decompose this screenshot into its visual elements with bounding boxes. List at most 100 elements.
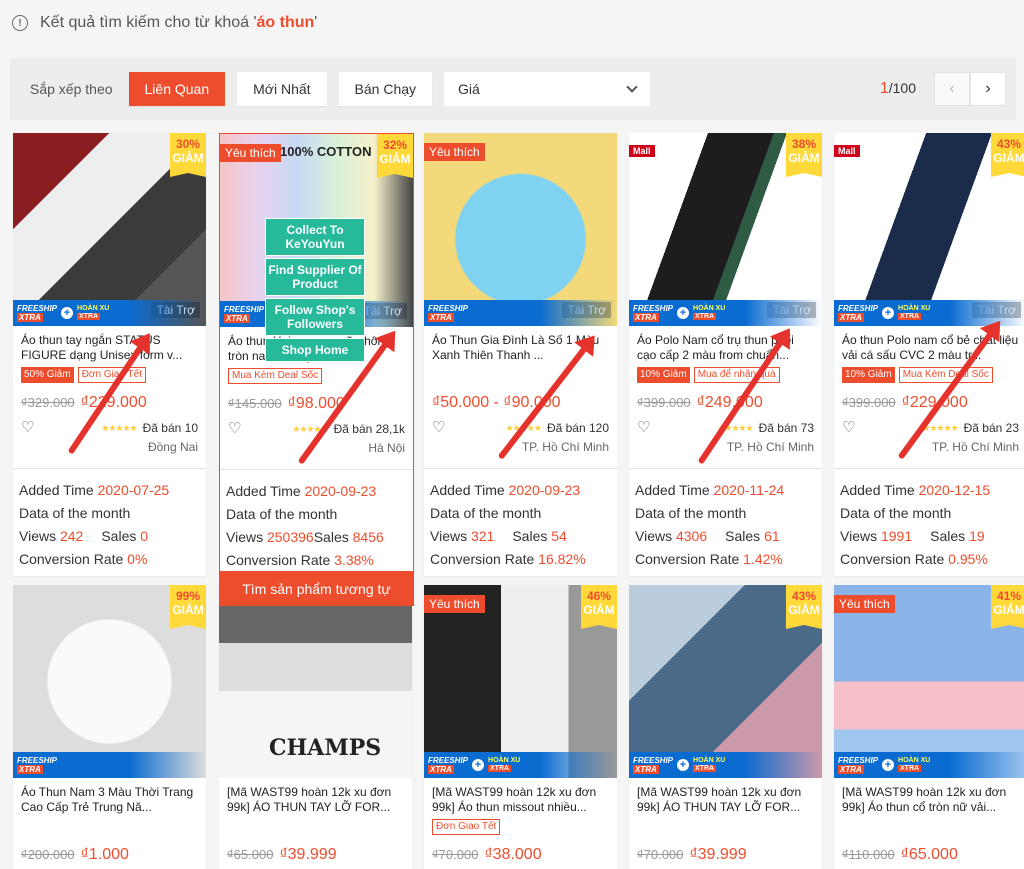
conversion-rate-value: 16.82% [538,551,586,567]
hover-menu-item[interactable]: Shop Home [265,338,365,362]
views-stat-value: 321 [470,528,495,544]
favorite-tag: Yêu thích [220,144,281,162]
hoanxu-text: HOÀN XU [693,757,726,764]
sales-label: Sales [512,528,548,544]
discount-word: GIẢM [993,151,1024,165]
freeship-banner: FREESHIP XTRA [424,300,617,326]
current-price: ₫229.000 [80,394,147,411]
product-card[interactable]: 38%GIẢMMallTài TrợFREESHIPXTRA+HOÀN XUXT… [629,133,822,576]
sales-label: Sales [725,528,761,544]
product-image[interactable]: 30%GIẢMTài TrợFREESHIPXTRA+HOÀN XUXTRA [13,133,206,326]
heart-icon[interactable] [432,418,446,436]
original-price: ₫110.000 [842,847,895,862]
product-stats: Added Time 2020-09-23 Data of the month Vi… [220,470,413,571]
original-price: ₫70.000 [637,847,684,862]
data-of-month: Data of the month [226,503,405,526]
product-info: [Mã WAST99 hoàn 12k xu đơn 99k] ÁO THUN … [219,778,412,866]
sales-value: 54 [551,528,567,544]
added-time-label: Added Time [430,482,505,498]
added-time-label: Added Time [226,483,301,499]
promo-badges [21,819,198,837]
product-name[interactable]: Áo thun tay ngắn STATUS FIGURE dạng Unis… [21,333,198,363]
product-name[interactable]: [Mã WAST99 hoàn 12k xu đơn 99k] ÁO THUN … [227,785,404,815]
heart-icon[interactable] [228,419,242,437]
mall-tag: Mall [834,145,860,157]
product-image[interactable]: 43%GIẢMMallTài TrợFREESHIPXTRA+HOÀN XUXT… [834,133,1024,326]
added-time: Added Time 2020-09-23 [430,479,609,502]
sort-newest-button[interactable]: Mới Nhất [237,72,327,106]
discount-badge: 30% GIẢM [170,133,206,177]
views-stat: Views 242 Sales 0 [19,525,198,548]
product-image[interactable]: 41% GIẢM Yêu thích FREESHIP XTRA + HOÀN XU XTRA [834,585,1024,778]
find-similar-button[interactable]: Tìm sản phẩm tương tự [219,572,414,606]
product-card[interactable]: CHAMPS [Mã WAST99 hoàn 12k xu đơn 99k] ÁO… [219,585,412,869]
sold-count: Đã bán 73 [758,421,814,435]
product-card[interactable]: 43%GIẢMMallTài TrợFREESHIPXTRA+HOÀN XUXT… [834,133,1024,576]
heart-icon[interactable] [637,418,651,436]
product-image[interactable]: Yêu thíchTài TrợFREESHIPXTRA [424,133,617,326]
added-time: Added Time 2020-11-24 [635,479,814,502]
xtra-text: XTRA [224,314,250,323]
product-card[interactable]: 30%GIẢMTài TrợFREESHIPXTRA+HOÀN XUXTRA Áo… [13,133,206,576]
added-time: Added Time 2020-12-15 [840,479,1019,502]
hover-menu-item[interactable]: Follow Shop's Followers [265,298,365,336]
data-of-month-label: Data of the month [635,505,747,521]
promo-badges: 50% Giảm Đơn Giao Tết [21,367,198,385]
sold-count: Đã bán 120 [546,421,609,435]
heart-icon[interactable] [842,418,856,436]
freeship-text: FREESHIP [428,756,469,765]
product-card[interactable]: 99% GIẢM FREESHIP XTRA Áo Thun Nam 3 Màu Thờ… [13,585,206,869]
xtra-text: XTRA [17,765,43,774]
product-image[interactable]: CHAMPS [219,585,412,778]
conversion-rate-value: 0% [127,551,148,567]
promo-badges [432,367,609,385]
hover-menu-item[interactable]: Collect To KeYouYun [265,218,365,256]
heart-icon[interactable] [21,418,35,436]
original-price: ₫399.000 [842,395,896,410]
product-stats: Added Time 2020-09-23 Data of the month Vi… [424,469,617,571]
xtra-text: XTRA [838,765,864,774]
current-price: ₫39.999 [689,846,747,863]
product-card[interactable]: 41% GIẢM Yêu thích FREESHIP XTRA + HOÀN XU XTRA… [834,585,1024,869]
prev-page-button[interactable]: ‹ [934,72,970,106]
product-info: [Mã WAST99 hoàn 12k xu đơn 99k] ÁO THUN … [629,778,822,866]
freeship-text: FREESHIP [838,756,879,765]
product-image[interactable]: 46% GIẢM Yêu thích FREESHIP XTRA + HOÀN XU XTRA [424,585,617,778]
page-indicator: 1/100 [879,80,916,97]
sort-relevance-button[interactable]: Liên Quan [128,72,226,106]
product-image[interactable]: 43% GIẢM FREESHIP XTRA + HOÀN XU XTRA [629,585,822,778]
sold-count: Đã bán 28,1k [333,422,405,436]
conversion-rate: Conversion Rate 1.42% [635,548,814,571]
hover-menu-item[interactable]: Find Supplier Of Product [265,258,365,296]
next-page-button[interactable]: › [970,72,1006,106]
sort-bestselling-button[interactable]: Bán Chạy [338,72,433,106]
product-name[interactable]: [Mã WAST99 hoàn 12k xu đơn 99k] Áo thun … [432,785,609,815]
product-name[interactable]: [Mã WAST99 hoàn 12k xu đơn 99k] ÁO THUN … [637,785,814,815]
sort-price-select[interactable]: Giá [444,72,651,106]
promo-badge: 10% Giảm [637,367,690,383]
conversion-rate-label: Conversion Rate [226,552,331,568]
conversion-rate-label: Conversion Rate [19,551,124,567]
product-image[interactable]: 99% GIẢM FREESHIP XTRA [13,585,206,778]
xtra-text: XTRA [898,765,922,772]
product-name[interactable]: Áo Thun Nam 3 Màu Thời Trang Cao Cấp Trẻ… [21,785,198,815]
lightbulb-icon: ! [12,15,28,31]
product-card[interactable]: 46% GIẢM Yêu thích FREESHIP XTRA + HOÀN XU XTRA… [424,585,617,869]
hoanxu-text: HOÀN XU [693,305,726,312]
discount-percent: 99% [175,589,201,603]
xtra-text: XTRA [693,765,717,772]
conversion-rate: Conversion Rate 0.95% [840,548,1019,571]
product-card[interactable]: 43% GIẢM FREESHIP XTRA + HOÀN XU XTRA [Mã WAST9… [629,585,822,869]
discount-word: GIẢM [172,603,204,617]
product-card[interactable]: Yêu thíchTài TrợFREESHIPXTRAÁo Thun Gia … [424,133,617,576]
xtra-text: XTRA [898,313,922,320]
data-of-month: Data of the month [840,502,1019,525]
discount-badge: 32% GIẢM [377,134,413,178]
views-stat: Views 1991 Sales 19 [840,525,1019,548]
xtra-text: XTRA [633,765,659,774]
data-of-month-label: Data of the month [226,506,338,522]
search-suffix: ' [314,14,318,31]
product-name[interactable]: [Mã WAST99 hoàn 12k xu đơn 99k] Áo thun … [842,785,1019,815]
product-info: Áo Thun Nam 3 Màu Thời Trang Cao Cấp Trẻ… [13,778,206,866]
product-image[interactable]: 38%GIẢMMallTài TrợFREESHIPXTRA+HOÀN XUXT… [629,133,822,326]
